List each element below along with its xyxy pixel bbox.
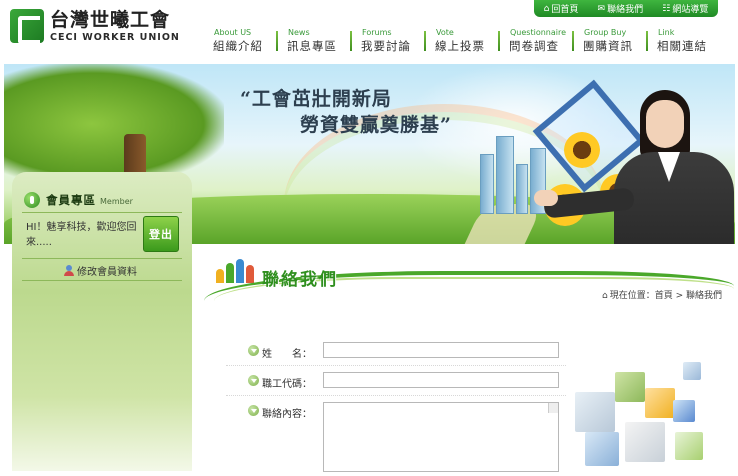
home-icon: ⌂ <box>543 3 550 14</box>
nav-divider <box>276 31 278 51</box>
people-icon <box>216 257 256 283</box>
sunflower-icon <box>564 132 600 168</box>
nav-item-en: Link <box>658 28 675 37</box>
nav-item-group-buy[interactable]: Group Buy 團購資訊 <box>580 28 654 54</box>
nav-divider <box>646 31 648 51</box>
member-title-en: Member <box>100 197 133 206</box>
nav-item-en: Vote <box>436 28 454 37</box>
sitemap-icon: ☷ <box>662 3 671 14</box>
employee-id-label: 職工代碼： <box>262 379 312 390</box>
nav-item-cn: 相關連結 <box>657 39 707 53</box>
nav-divider <box>498 31 500 51</box>
user-icon <box>64 265 74 276</box>
union-logo-icon <box>10 9 44 44</box>
message-label: 聯絡內容： <box>262 409 312 420</box>
nav-item-forums[interactable]: Forums 我要討論 <box>358 28 432 54</box>
nav-item-news[interactable]: News 訊息專區 <box>284 28 358 54</box>
header: 台灣世曦工會 CECI WORKER UNION ⌂ 回首頁 ✉ 聯絡我們 ☷ … <box>0 0 738 64</box>
nav-item-about[interactable]: About US 組織介紹 <box>210 28 284 54</box>
breadcrumb-current: 聯絡我們 <box>686 291 723 301</box>
nav-divider <box>424 31 426 51</box>
top-link-sitemap[interactable]: ☷ 網站導覽 <box>662 2 709 16</box>
bullet-icon <box>248 345 259 356</box>
member-icon <box>24 192 40 208</box>
divider <box>22 280 182 281</box>
member-sidebar: 會員專區 Member HI！魅享科技，歡迎您回來..... 登出 修改會員資料 <box>12 172 192 471</box>
breadcrumb-prefix: 現在位置： <box>609 291 655 301</box>
page-title: 聯絡我們 <box>262 270 338 290</box>
nav-item-cn: 組織介紹 <box>213 39 263 53</box>
divider <box>22 212 182 213</box>
form-row-name: 姓 名： <box>226 336 566 366</box>
name-label: 姓 名： <box>262 349 312 360</box>
bullet-icon <box>248 405 259 416</box>
top-link-label: 聯絡我們 <box>607 5 644 15</box>
breadcrumb: ⌂ 現在位置：首頁 > 聯絡我們 <box>602 288 722 301</box>
logo[interactable]: 台灣世曦工會 CECI WORKER UNION <box>10 8 180 44</box>
nav-item-cn: 訊息專區 <box>287 39 337 53</box>
nav-item-cn: 團購資訊 <box>583 39 633 53</box>
nav-item-cn: 問卷調查 <box>509 39 559 53</box>
member-title: 會員專區 <box>46 193 96 207</box>
nav-divider <box>572 31 574 51</box>
brand-name-cn: 台灣世曦工會 <box>50 8 171 31</box>
top-links: ⌂ 回首頁 ✉ 聯絡我們 ☷ 網站導覽 <box>534 0 718 17</box>
form-row-message: 聯絡內容： <box>226 396 566 476</box>
form-row-employee-id: 職工代碼： <box>226 366 566 396</box>
breadcrumb-separator: > <box>675 291 684 301</box>
logout-button[interactable]: 登出 <box>143 216 179 252</box>
customer-service-woman <box>534 90 734 244</box>
member-header: 會員專區 Member <box>24 192 133 208</box>
name-input[interactable] <box>323 342 559 358</box>
breadcrumb-home[interactable]: 首頁 <box>655 291 673 301</box>
nav-item-vote[interactable]: Vote 線上投票 <box>432 28 506 54</box>
top-link-label: 回首頁 <box>551 5 579 15</box>
banner-tree-canopy <box>4 64 224 184</box>
nav-item-link[interactable]: Link 相關連結 <box>654 28 728 54</box>
nav-item-cn: 我要討論 <box>361 39 411 53</box>
nav-item-en: Questionnaire <box>510 28 567 37</box>
banner-slogan-line2: 勞資雙贏奠勝基” <box>300 114 452 136</box>
top-link-home[interactable]: ⌂ 回首頁 <box>543 2 579 16</box>
message-textarea[interactable] <box>323 402 559 472</box>
divider <box>22 258 182 259</box>
edit-profile-label: 修改會員資料 <box>77 267 137 278</box>
brand-name-en: CECI WORKER UNION <box>50 31 180 43</box>
nav-item-cn: 線上投票 <box>435 39 485 53</box>
edit-profile-link[interactable]: 修改會員資料 <box>64 263 137 278</box>
top-link-contact[interactable]: ✉ 聯絡我們 <box>597 2 644 16</box>
employee-id-input[interactable] <box>323 372 559 388</box>
location-icon: ⌂ <box>602 291 608 301</box>
nav-item-en: Forums <box>362 28 392 37</box>
welcome-message: HI！魅享科技，歡迎您回來..... <box>26 222 137 248</box>
nav-item-en: About US <box>214 28 252 37</box>
nav-divider <box>350 31 352 51</box>
main-nav: About US 組織介紹 News 訊息專區 Forums 我要討論 Vote… <box>210 28 728 54</box>
top-link-label: 網站導覽 <box>672 5 709 15</box>
decorative-cubes <box>555 352 725 471</box>
bullet-icon <box>248 375 259 386</box>
nav-item-en: Group Buy <box>584 28 627 37</box>
mail-icon: ✉ <box>597 3 606 14</box>
banner-slogan-line1: “工會茁壯開新局 <box>240 88 392 110</box>
nav-item-questionnaire[interactable]: Questionnaire 問卷調查 <box>506 28 580 54</box>
nav-item-en: News <box>288 28 310 37</box>
